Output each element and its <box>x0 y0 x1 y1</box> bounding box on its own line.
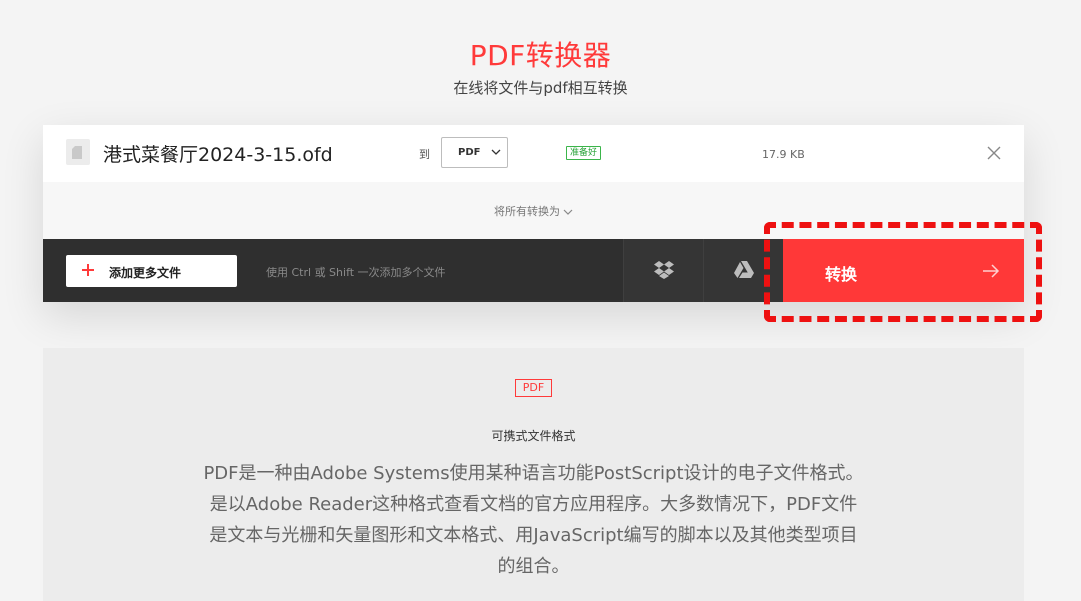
dropbox-icon <box>654 261 674 279</box>
format-select-value: PDF <box>458 147 481 158</box>
remove-file-button[interactable] <box>986 145 1002 161</box>
convert-button-highlight <box>764 222 1042 322</box>
file-row: 港式菜餐厅2024-3-15.ofd 到 PDF 准备好 17.9 KB <box>43 125 1024 182</box>
plus-icon <box>82 264 94 276</box>
file-size: 17.9 KB <box>762 148 805 161</box>
convert-all-label: 将所有转换为 <box>494 205 560 218</box>
add-more-files-label: 添加更多文件 <box>109 266 182 280</box>
format-info-description: PDF是一种由Adobe Systems使用某种语言功能PostScript设计… <box>203 463 864 577</box>
format-select[interactable]: PDF <box>441 137 508 168</box>
multi-select-hint: 使用 Ctrl 或 Shift 一次添加多个文件 <box>266 266 446 279</box>
close-icon <box>987 146 1001 160</box>
add-more-files-button[interactable]: 添加更多文件 <box>66 255 237 287</box>
dropbox-button[interactable] <box>623 239 703 302</box>
page-subtitle: 在线将文件与pdf相互转换 <box>453 79 628 97</box>
to-label: 到 <box>419 148 430 161</box>
chevron-down-icon <box>563 209 573 215</box>
google-drive-icon <box>734 261 754 278</box>
convert-all-dropdown[interactable]: 将所有转换为 <box>43 203 1024 219</box>
format-info-title: 可携式文件格式 <box>491 429 576 443</box>
format-tag: PDF <box>515 379 552 397</box>
status-badge: 准备好 <box>566 146 602 160</box>
page-title: PDF转换器 <box>469 39 612 72</box>
file-name: 港式菜餐厅2024-3-15.ofd <box>103 144 333 166</box>
format-info-section: PDF 可携式文件格式 PDF是一种由Adobe Systems使用某种语言功能… <box>43 348 1024 601</box>
file-icon <box>66 139 90 165</box>
chevron-down-icon <box>491 149 501 155</box>
